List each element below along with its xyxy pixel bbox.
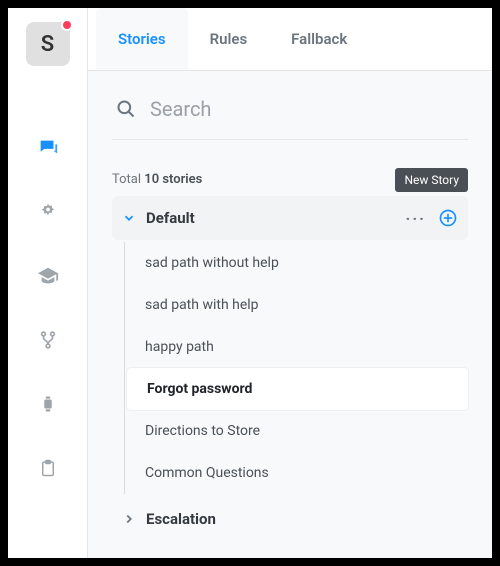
total-text: Total 10 stories	[112, 172, 202, 187]
tab-fallback[interactable]: Fallback	[269, 8, 369, 70]
clipboard-icon	[39, 458, 57, 478]
add-story-button[interactable]	[438, 208, 458, 228]
group-title: Escalation	[146, 510, 458, 528]
search-input[interactable]	[150, 97, 468, 121]
chat-icon	[37, 137, 59, 159]
main-panel: Stories Rules Fallback Total 10 stories	[88, 8, 492, 558]
total-count: 10 stories	[144, 172, 202, 187]
story-list: sad path without help sad path with help…	[124, 242, 468, 494]
tab-stories[interactable]: Stories	[96, 8, 188, 70]
graduation-cap-icon	[37, 265, 59, 287]
content-area: Total 10 stories New Story Default ··· s…	[88, 71, 492, 558]
plus-circle-icon	[438, 208, 458, 228]
nav-clipboard[interactable]	[36, 456, 60, 480]
notification-dot-icon	[61, 19, 73, 31]
story-item[interactable]: happy path	[125, 326, 468, 368]
total-prefix: Total	[112, 172, 144, 187]
search-bar	[112, 87, 468, 140]
group-header-default[interactable]: New Story Default ···	[112, 196, 468, 240]
group-title: Default	[146, 209, 406, 227]
story-item[interactable]: Directions to Store	[125, 410, 468, 452]
fork-icon	[39, 331, 57, 349]
nav-fork[interactable]	[36, 328, 60, 352]
nav-education[interactable]	[36, 264, 60, 288]
app-window: S Stories Rules Fallback	[8, 8, 492, 558]
gear-person-icon	[38, 202, 58, 222]
nav-training[interactable]	[36, 200, 60, 224]
watch-icon	[39, 394, 57, 414]
chevron-right-icon	[122, 512, 136, 526]
story-item-selected[interactable]: Forgot password	[127, 368, 468, 410]
nav-watch[interactable]	[36, 392, 60, 416]
app-logo[interactable]: S	[26, 22, 70, 66]
tab-rules[interactable]: Rules	[188, 8, 270, 70]
sidebar: S	[8, 8, 88, 558]
story-item[interactable]: Common Questions	[125, 452, 468, 494]
nav-conversations[interactable]	[36, 136, 60, 160]
group-header-escalation[interactable]: Escalation	[112, 498, 468, 540]
story-item[interactable]: sad path with help	[125, 284, 468, 326]
group-more-button[interactable]: ···	[406, 209, 426, 228]
story-item[interactable]: sad path without help	[125, 242, 468, 284]
new-story-tooltip: New Story	[395, 168, 468, 192]
chevron-down-icon	[122, 211, 136, 225]
search-icon	[116, 99, 136, 119]
logo-letter: S	[41, 32, 54, 57]
tab-bar: Stories Rules Fallback	[88, 8, 492, 71]
